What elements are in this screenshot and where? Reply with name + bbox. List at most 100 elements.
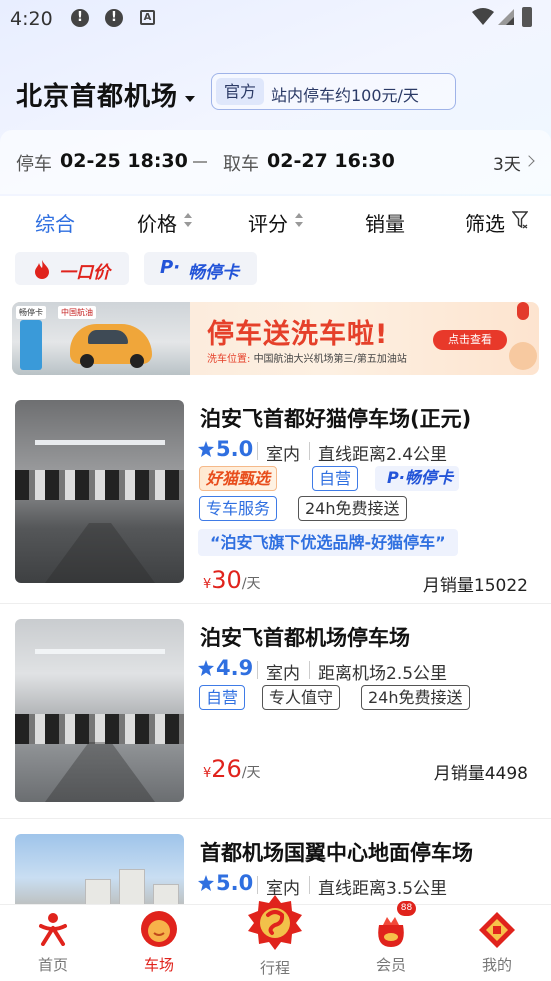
fire-icon <box>35 260 49 279</box>
sort-tab-price[interactable]: 价格 <box>137 208 177 237</box>
banner-subtitle: 洗车位置: 中国航油大兴机场第三/第五加油站 <box>207 350 407 365</box>
coin-decoration-icon <box>509 342 537 370</box>
wheel-shape <box>130 354 144 368</box>
lot-distance: 直线距离2.4公里 <box>318 445 448 465</box>
bottom-tab-bar: 首页 车场 行程 88 会员 我的 <box>0 895 551 981</box>
pick-label: 取车 <box>223 154 259 175</box>
lot-photo <box>15 400 184 583</box>
lot-rating: 4.9 <box>216 656 254 680</box>
chip-fixed-price[interactable]: 一口价 <box>15 252 129 285</box>
sort-tab-sales[interactable]: 销量 <box>365 208 405 237</box>
tag-shuttle: 24h免费接送 <box>361 685 470 710</box>
banner-logo-aviation-oil: 中国航油 <box>58 306 96 319</box>
chip-label: 畅停卡 <box>188 263 239 283</box>
alert-icon: ! <box>105 9 123 27</box>
sort-arrows-icon <box>184 213 192 229</box>
divider <box>309 661 310 679</box>
caret-down-icon[interactable] <box>185 96 195 102</box>
wifi-icon <box>472 8 494 25</box>
member-badge: 88 <box>397 901 416 916</box>
location-selector[interactable]: 北京首都机场 <box>16 76 178 113</box>
official-price-pill[interactable]: 官方 站内停车约100元/天 <box>211 73 456 110</box>
banner-title: 停车送洗车啦! <box>207 319 389 350</box>
tab-label: 首页 <box>37 956 68 974</box>
status-bar: 4:20 ! ! A <box>0 0 551 38</box>
chip-parking-card[interactable]: P· 畅停卡 <box>144 252 257 285</box>
banner-view-button[interactable]: 点击查看 <box>433 330 507 350</box>
sort-arrows-icon <box>295 213 303 229</box>
status-time: 4:20 <box>10 8 53 30</box>
lot-photo <box>15 619 184 802</box>
lane-shape <box>45 523 155 583</box>
star-icon <box>198 660 214 676</box>
lot-photo <box>15 834 184 914</box>
tab-profile[interactable]: 我的 <box>457 905 537 981</box>
lot-type: 室内 <box>266 664 300 684</box>
tag-self-operated: 自营 <box>312 466 359 491</box>
member-bag-icon <box>378 917 404 947</box>
time-range-card[interactable]: 停车 02-25 18:30 取车 02-27 16:30 3天 <box>0 130 551 194</box>
app-screen: { "status_bar": {"time": "4:20", "alert_… <box>0 0 551 981</box>
sort-tab-rating[interactable]: 评分 <box>248 208 288 237</box>
parking-lot-card[interactable]: 泊安飞首都机场停车场 4.9 室内 距离机场2.5公里 自营 专人值守 24h免… <box>0 605 551 819</box>
parking-p-icon: P· <box>160 257 181 278</box>
price-unit: /天 <box>241 576 261 592</box>
parking-mascot-icon <box>141 911 177 947</box>
tab-label: 行程 <box>259 959 290 977</box>
banner-logo-parking-card: 畅停卡 <box>16 306 46 319</box>
tab-parking[interactable]: 车场 <box>119 905 199 981</box>
sort-tab-comprehensive[interactable]: 综合 <box>35 208 75 237</box>
lot-name: 泊安飞首都好猫停车场(正元) <box>200 407 472 431</box>
park-time: 02-25 18:30 <box>60 150 188 172</box>
tag-haomao-select: 好猫甄选 <box>199 466 278 491</box>
tab-trip[interactable]: 行程 <box>235 895 315 981</box>
filter-icon[interactable] <box>512 211 528 229</box>
tag-parking-card-label: 畅停卡 <box>404 468 453 487</box>
home-logo-icon <box>39 913 67 946</box>
tab-label: 会员 <box>375 956 406 974</box>
divider <box>309 876 310 894</box>
battery-icon <box>522 7 532 27</box>
lot-price: ¥30/天 <box>203 566 261 594</box>
wheel-shape <box>80 354 94 368</box>
divider <box>257 661 258 679</box>
tab-home[interactable]: 首页 <box>13 905 93 981</box>
car-wash-photo: 畅停卡 中国航油 <box>12 302 190 375</box>
pick-time: 02-27 16:30 <box>267 150 395 172</box>
lot-distance: 直线距离3.5公里 <box>318 879 448 899</box>
sort-tab-filter[interactable]: 筛选 <box>465 208 505 237</box>
parking-lot-card[interactable]: 泊安飞首都好猫停车场(正元) 5.0 室内 直线距离2.4公里 好猫甄选 自营 … <box>0 386 551 604</box>
profile-diamond-icon <box>479 912 515 948</box>
duration: 3天 <box>493 155 521 175</box>
promo-banner[interactable]: 畅停卡 中国航油 停车送洗车啦! 洗车位置: 中国航油大兴机场第三/第五加油站 … <box>12 302 539 375</box>
tag-staffed: 专人值守 <box>262 685 341 710</box>
lot-price: ¥26/天 <box>203 755 261 783</box>
banner-location-label: 洗车位置: <box>207 354 251 365</box>
tab-member[interactable]: 88 会员 <box>351 901 431 981</box>
chevron-right-icon <box>523 155 535 167</box>
lot-slogan: “泊安飞旗下优选品牌-好猫停车” <box>198 529 458 556</box>
banner-location: 中国航油大兴机场第三/第五加油站 <box>253 354 407 365</box>
tag-shuttle: 24h免费接送 <box>298 496 407 521</box>
star-icon <box>198 441 214 457</box>
dash-separator <box>193 161 207 163</box>
park-label: 停车 <box>16 154 52 175</box>
tag-self-operated: 自营 <box>199 685 246 710</box>
parked-cars-shape <box>15 714 184 744</box>
lot-name: 泊安飞首都机场停车场 <box>200 626 410 650</box>
divider <box>309 442 310 460</box>
official-tag: 官方 <box>216 78 265 105</box>
lane-shape <box>45 742 155 802</box>
lot-type: 室内 <box>266 445 300 465</box>
lot-name: 首都机场国翼中心地面停车场 <box>200 841 473 865</box>
lot-rating: 5.0 <box>216 871 254 895</box>
official-text: 站内停车约100元/天 <box>271 86 419 105</box>
tag-car-service: 专车服务 <box>199 496 278 521</box>
lot-sales: 月销量4498 <box>433 764 528 784</box>
sort-bar: 综合 价格 评分 销量 筛选 <box>0 196 551 246</box>
price-value: 30 <box>211 566 242 594</box>
ceiling-light-shape <box>35 440 165 445</box>
tab-label: 车场 <box>143 956 174 974</box>
tab-label: 我的 <box>481 956 512 974</box>
lantern-icon <box>517 302 529 320</box>
